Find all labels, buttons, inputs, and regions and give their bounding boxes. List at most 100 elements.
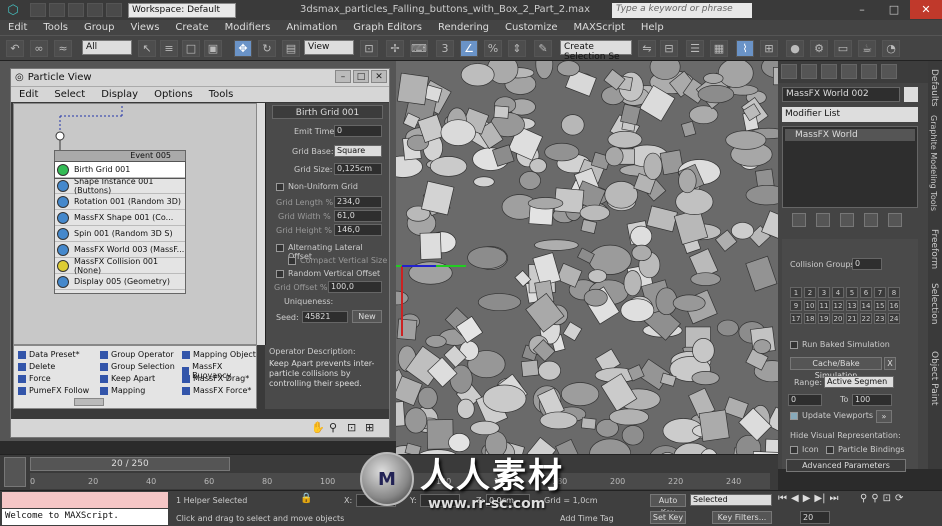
save-file-icon[interactable] bbox=[68, 3, 84, 17]
depot-item[interactable]: MassFX Force* bbox=[182, 386, 251, 395]
remove-modifier-icon[interactable] bbox=[864, 213, 878, 227]
collision-group-cell[interactable]: 8 bbox=[888, 287, 900, 298]
tab-selection[interactable]: Selection bbox=[929, 283, 939, 324]
modify-tab-icon[interactable] bbox=[801, 64, 817, 79]
grid-width-spinner[interactable]: 61,0 bbox=[334, 210, 382, 222]
schematic-view-icon[interactable]: ⊞ bbox=[760, 40, 778, 57]
stack-item[interactable]: MassFX World bbox=[785, 129, 915, 141]
collision-group-cell[interactable]: 20 bbox=[832, 313, 844, 324]
display-tab-icon[interactable] bbox=[861, 64, 877, 79]
menu-help[interactable]: Help bbox=[633, 22, 672, 33]
pin-stack-icon[interactable] bbox=[792, 213, 806, 227]
update-viewports-checkbox[interactable] bbox=[790, 412, 798, 420]
collision-group-cell[interactable]: 7 bbox=[874, 287, 886, 298]
zoom-region-icon[interactable]: ⊡ bbox=[347, 421, 356, 434]
current-frame-field[interactable]: 20 bbox=[800, 511, 830, 524]
open-file-icon[interactable] bbox=[49, 3, 65, 17]
collision-group-cell[interactable]: 13 bbox=[846, 300, 858, 311]
depot-item[interactable]: Force bbox=[18, 374, 51, 383]
depot-item[interactable]: Keep Apart bbox=[100, 374, 155, 383]
operator-spin[interactable]: Spin 001 (Random 3D S) bbox=[55, 226, 185, 242]
depot-item[interactable]: Group Selection bbox=[100, 362, 175, 371]
maxscript-listener[interactable]: Welcome to MAXScript. bbox=[2, 509, 168, 525]
render-production-icon[interactable]: ☕ bbox=[858, 40, 876, 57]
operator-massfx-shape[interactable]: MassFX Shape 001 (Co... bbox=[55, 210, 185, 226]
align-icon[interactable]: ⊟ bbox=[660, 40, 678, 57]
rendered-frame-icon[interactable]: ▭ bbox=[834, 40, 852, 57]
hierarchy-tab-icon[interactable] bbox=[821, 64, 837, 79]
menu-rendering[interactable]: Rendering bbox=[430, 22, 497, 33]
material-editor-icon[interactable]: ● bbox=[786, 40, 804, 57]
app-logo-icon[interactable]: ⬡ bbox=[0, 0, 26, 20]
minimize-icon[interactable]: – bbox=[846, 0, 878, 19]
collision-group-cell[interactable]: 3 bbox=[818, 287, 830, 298]
menu-create[interactable]: Create bbox=[167, 22, 216, 33]
collision-group-cell[interactable]: 23 bbox=[874, 313, 886, 324]
depot-item[interactable]: MassFX Drag* bbox=[182, 374, 249, 383]
operator-display[interactable]: Display 005 (Geometry) bbox=[55, 274, 185, 290]
maximize-icon[interactable]: □ bbox=[878, 0, 910, 19]
select-move-icon[interactable]: ✥ bbox=[234, 40, 252, 57]
operator-shape-instance[interactable]: Shape Instance 001 (Buttons) bbox=[55, 177, 185, 195]
collision-group-cell[interactable]: 14 bbox=[860, 300, 872, 311]
menu-tools[interactable]: Tools bbox=[35, 22, 76, 33]
reference-coordinate-dropdown[interactable]: View bbox=[304, 40, 354, 55]
object-color-swatch[interactable] bbox=[904, 87, 918, 102]
collision-group-cell[interactable]: 17 bbox=[790, 313, 802, 324]
menu-group[interactable]: Group bbox=[76, 22, 122, 33]
select-scale-icon[interactable]: ▤ bbox=[282, 40, 300, 57]
depot-item[interactable]: Group Operator bbox=[100, 350, 174, 359]
new-seed-button[interactable]: New bbox=[352, 310, 382, 323]
motion-tab-icon[interactable] bbox=[841, 64, 857, 79]
depot-item[interactable]: Mapping bbox=[100, 386, 145, 395]
select-rotate-icon[interactable]: ↻ bbox=[258, 40, 276, 57]
go-to-start-icon[interactable]: ⏮ bbox=[778, 493, 787, 504]
collision-group-cell[interactable]: 6 bbox=[860, 287, 872, 298]
collision-group-cell[interactable]: 1 bbox=[790, 287, 802, 298]
configure-sets-icon[interactable] bbox=[888, 213, 902, 227]
pv-close-icon[interactable]: ✕ bbox=[371, 70, 387, 83]
bind-space-warp-icon[interactable]: ≈ bbox=[54, 40, 72, 57]
render-setup-icon[interactable]: ⚙ bbox=[810, 40, 828, 57]
rectangular-selection-icon[interactable]: □ bbox=[182, 40, 200, 57]
graphite-toggle-icon[interactable]: ▦ bbox=[710, 40, 728, 57]
menu-edit[interactable]: Edit bbox=[0, 22, 35, 33]
undo-icon[interactable] bbox=[87, 3, 103, 17]
pv-menu-select[interactable]: Select bbox=[46, 89, 93, 100]
modifier-stack[interactable]: MassFX World bbox=[782, 126, 918, 208]
keyboard-shortcut-icon[interactable]: ⌨ bbox=[410, 40, 428, 57]
pv-menu-options[interactable]: Options bbox=[146, 89, 201, 100]
redo-icon[interactable] bbox=[106, 3, 122, 17]
close-icon[interactable]: ✕ bbox=[910, 0, 942, 19]
modifier-list-dropdown[interactable]: Modifier List bbox=[782, 107, 918, 122]
pivot-center-icon[interactable]: ⊡ bbox=[360, 40, 378, 57]
layer-manager-icon[interactable]: ☰ bbox=[686, 40, 704, 57]
depot-item[interactable]: PumeFX Follow bbox=[18, 386, 89, 395]
grid-size-spinner[interactable]: 0,125cm bbox=[334, 163, 382, 175]
parameters-header[interactable]: Birth Grid 001 bbox=[272, 105, 383, 119]
zoom-extents-icon[interactable]: ⊡ bbox=[883, 493, 891, 504]
collision-group-spinner[interactable]: 0 bbox=[852, 258, 882, 270]
depot-scrollbar[interactable] bbox=[74, 398, 104, 406]
mini-curve-editor-icon[interactable] bbox=[4, 457, 26, 487]
window-crossing-icon[interactable]: ▣ bbox=[204, 40, 222, 57]
tab-freeform[interactable]: Freeform bbox=[929, 229, 939, 269]
named-selection-set-dropdown[interactable]: Create Selection Se bbox=[560, 40, 632, 62]
collision-group-cell[interactable]: 5 bbox=[846, 287, 858, 298]
time-slider[interactable]: 20 / 250 bbox=[30, 457, 230, 471]
pv-menu-edit[interactable]: Edit bbox=[11, 89, 46, 100]
emit-time-spinner[interactable]: 0 bbox=[334, 125, 382, 137]
object-name-field[interactable]: MassFX World 002 bbox=[782, 87, 900, 102]
menu-views[interactable]: Views bbox=[122, 22, 167, 33]
alt-lateral-checkbox[interactable] bbox=[276, 244, 284, 252]
grid-height-spinner[interactable]: 146,0 bbox=[334, 224, 382, 236]
tab-defaults[interactable]: Defaults bbox=[929, 69, 939, 107]
new-file-icon[interactable] bbox=[30, 3, 46, 17]
pv-menu-display[interactable]: Display bbox=[93, 89, 146, 100]
orbit-icon[interactable]: ⟳ bbox=[895, 493, 903, 504]
run-baked-checkbox[interactable] bbox=[790, 341, 798, 349]
link-icon[interactable]: ∞ bbox=[30, 40, 48, 57]
selection-filter-dropdown[interactable]: All bbox=[82, 40, 132, 55]
range-dropdown[interactable]: Active Segmen bbox=[824, 376, 894, 388]
zoom-icon[interactable]: ⚲ bbox=[860, 493, 867, 504]
